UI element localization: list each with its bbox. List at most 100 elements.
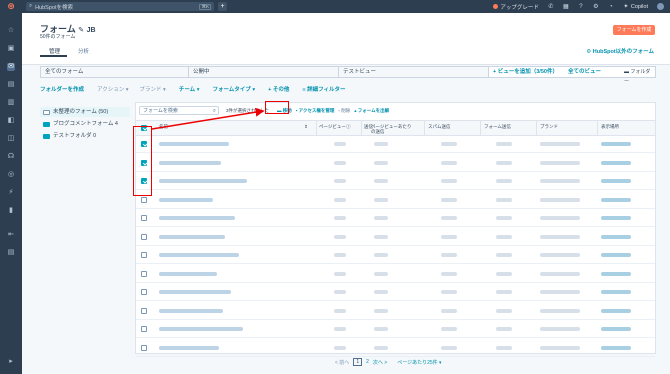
spam-cell	[441, 216, 457, 220]
folder-icon	[43, 121, 50, 127]
column-display-location[interactable]: 表示場所	[601, 124, 619, 129]
form-type-filter[interactable]: フォームタイプ ▾	[212, 85, 255, 93]
next-page-button[interactable]: 次へ >	[373, 359, 387, 366]
help-icon[interactable]: ?	[578, 4, 584, 10]
workspaces-icon[interactable]: ▣	[7, 45, 15, 53]
table-row[interactable]	[136, 266, 655, 283]
create-form-button[interactable]: フォームを作成	[613, 25, 655, 35]
table-row[interactable]	[136, 321, 655, 338]
row-checkbox[interactable]	[141, 289, 147, 295]
bookmarks-icon[interactable]: ☆	[7, 27, 15, 35]
manage-access-button[interactable]: ▪ アクセス権を管理	[296, 108, 335, 114]
crm-icon[interactable]: ▤	[7, 81, 15, 89]
collapse-nav-icon[interactable]: ⇤	[7, 231, 15, 239]
marketing-icon[interactable]: ✉	[7, 63, 15, 71]
user-avatar[interactable]	[657, 3, 664, 10]
export-button[interactable]: ▴ フォームを出解	[354, 108, 389, 114]
notifications-bell-icon[interactable]: ◔	[608, 4, 614, 10]
sort-icon[interactable]: ⇕	[304, 124, 308, 129]
advanced-filters-button[interactable]: ≡ 詳細フィルター	[302, 85, 345, 93]
display-location-cell	[601, 216, 631, 220]
folder-item-blog-comments[interactable]: ブログコメントフォーム 4	[40, 119, 130, 129]
folder-item-unorganized[interactable]: 未整理のフォーム (50)	[40, 107, 130, 117]
table-row[interactable]	[136, 247, 655, 264]
hubspot-logo-icon[interactable]: ⊛	[0, 0, 22, 13]
form-submissions-cell	[496, 253, 512, 257]
row-checkbox[interactable]	[141, 270, 147, 277]
column-submission-rate[interactable]: ページビューあたりの送信	[371, 124, 413, 134]
top-bar: ⊛ ⌕ HubSpotを検索 ⌘K + アップグレード ✆ ▦ ? ⚙ ◔ ✦ …	[0, 0, 670, 13]
row-checkbox[interactable]	[141, 196, 147, 203]
marketplace-icon[interactable]: ▦	[563, 4, 569, 10]
page-2-link[interactable]: 2	[366, 359, 369, 365]
per-page-dropdown[interactable]: ページあたり25件 ▾	[397, 359, 441, 366]
row-checkbox[interactable]	[141, 326, 147, 332]
row-checkbox[interactable]	[141, 252, 147, 258]
tab-manage[interactable]: 管理	[49, 47, 60, 55]
automation-icon[interactable]: ⚡	[7, 189, 15, 197]
brand-filter[interactable]: ブランド ▾	[140, 85, 166, 93]
display-location-cell	[601, 234, 631, 239]
submission-rate-cell	[374, 216, 388, 220]
non-hubspot-forms-link[interactable]: ⚙ HubSpot以外のフォーム	[586, 47, 654, 55]
table-row[interactable]	[136, 229, 655, 246]
reporting-icon[interactable]: ▮	[7, 207, 15, 215]
column-divider	[480, 120, 481, 136]
form-submissions-cell	[496, 179, 512, 183]
submission-rate-cell	[374, 271, 388, 276]
expand-nav-icon[interactable]: ▸	[7, 358, 15, 366]
upgrade-icon	[493, 4, 499, 9]
form-name-cell	[159, 216, 235, 220]
folder-item-test[interactable]: テストフォルダ 0	[40, 131, 130, 141]
table-row[interactable]	[136, 303, 655, 320]
quick-add-button[interactable]: +	[218, 2, 227, 11]
table-row[interactable]	[136, 284, 655, 301]
prev-page-button[interactable]: < 前へ	[335, 359, 349, 366]
add-view-button[interactable]: + ビューを追加（3/50件）	[489, 67, 564, 77]
commerce-icon[interactable]: ◫	[7, 135, 15, 143]
tab-analysis[interactable]: 分析	[78, 47, 89, 55]
view-tab-test-view[interactable]: テストビュー	[339, 67, 489, 77]
more-filters-button[interactable]: + その他	[268, 85, 289, 93]
row-checkbox[interactable]	[141, 344, 147, 351]
view-tab-all-forms[interactable]: 全てのフォーム	[41, 67, 189, 77]
sales-icon[interactable]: ◧	[7, 117, 15, 125]
pageviews-cell	[334, 216, 346, 220]
manage-access-label: アクセス権を管理	[298, 108, 335, 113]
content-icon[interactable]: ▥	[7, 99, 15, 107]
all-views-button[interactable]: 全てのビュー	[564, 67, 620, 77]
library-icon[interactable]: ▤	[7, 249, 15, 257]
table-row[interactable]	[136, 155, 655, 172]
row-checkbox[interactable]	[141, 233, 147, 240]
data-icon[interactable]: ◎	[7, 171, 15, 179]
row-checkbox[interactable]	[141, 215, 147, 221]
column-pageviews[interactable]: ページビュー	[319, 124, 346, 129]
page-title-suffix: JB	[86, 27, 96, 34]
column-brand[interactable]: ブランド	[540, 124, 558, 129]
team-filter[interactable]: チーム ▾	[179, 85, 200, 93]
settings-gear-icon[interactable]: ⚙	[593, 4, 599, 10]
brand-cell	[540, 290, 580, 294]
create-folder-button[interactable]: フォルダーを作成	[40, 85, 84, 93]
table-row[interactable]	[136, 192, 655, 209]
service-icon[interactable]: ☊	[7, 153, 15, 161]
copilot-button[interactable]: ✦ Copilot	[623, 4, 648, 10]
export-label: フォームを出解	[357, 108, 390, 113]
upgrade-button[interactable]: アップグレード	[493, 3, 539, 11]
column-spam[interactable]: スパム送信	[428, 124, 451, 129]
table-row[interactable]	[136, 340, 655, 357]
table-row[interactable]	[136, 136, 655, 153]
edit-title-icon[interactable]: ✎	[78, 27, 84, 34]
column-divider	[316, 120, 317, 136]
global-search-input[interactable]: ⌕ HubSpotを検索 ⌘K	[26, 2, 214, 11]
table-row[interactable]	[136, 173, 655, 190]
current-page[interactable]: 1	[353, 358, 363, 366]
calling-icon[interactable]: ✆	[548, 4, 554, 10]
view-tab-folder[interactable]: ▬ フォルダー	[620, 67, 655, 85]
row-checkbox[interactable]	[141, 307, 147, 314]
view-tab-published[interactable]: 公開中	[189, 67, 339, 77]
actions-dropdown[interactable]: アクション ▾	[97, 85, 129, 93]
table-row[interactable]	[136, 210, 655, 227]
column-form-submissions[interactable]: フォーム送信	[484, 124, 511, 129]
delete-button[interactable]: ▫ 削除	[338, 108, 350, 114]
